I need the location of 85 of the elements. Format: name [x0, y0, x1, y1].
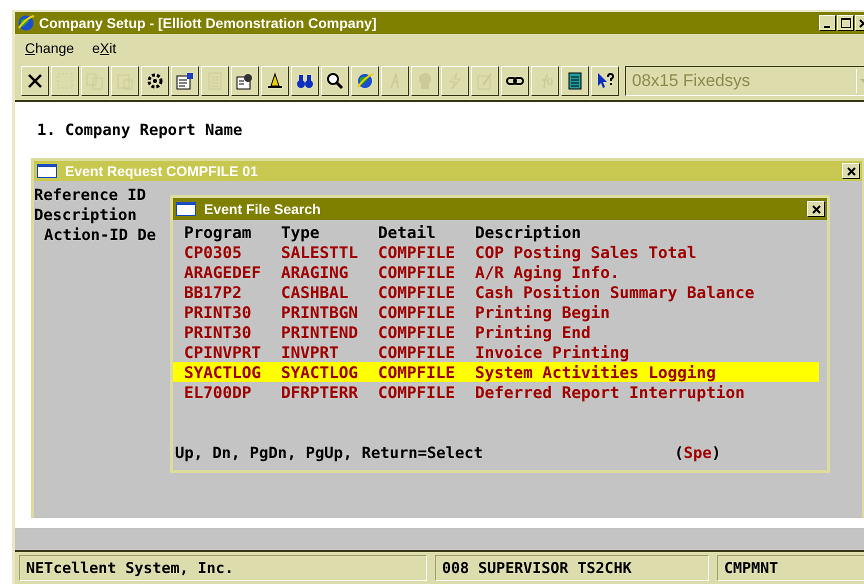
- close-icon: [846, 166, 856, 176]
- field-label: Reference ID: [34, 185, 146, 205]
- table-cell-text: DFRPTERR: [281, 382, 360, 402]
- table-cell-text: PRINT30: [184, 302, 252, 322]
- toolbar-button[interactable]: [141, 66, 169, 96]
- table-cell-text: COMPFILE: [378, 362, 456, 382]
- table-cell-text: SYACTLOG: [281, 362, 360, 382]
- help-pointer-icon: [595, 71, 615, 91]
- column-header: Program: [184, 222, 252, 242]
- field-label: Description: [34, 205, 137, 225]
- window-icon: [37, 164, 57, 178]
- status-panel: 008 SUPERVISOR TS2CHK: [435, 555, 709, 581]
- table-cell-text: CPINVPRT: [184, 342, 262, 362]
- table-cell-text: Printing Begin: [475, 302, 611, 322]
- table-cell-text: BB17P2: [184, 282, 243, 302]
- table-cell-text: ARAGING: [281, 262, 350, 282]
- toolbar-button[interactable]: [591, 66, 619, 96]
- column-header: Detail: [378, 222, 437, 242]
- result-row[interactable]: CPINVPRT INVPRT COMPFILE Invoice Printing: [173, 342, 827, 362]
- table-cell-text: SYACTLOG: [184, 362, 262, 382]
- table-cell-text: CP0305: [184, 242, 243, 262]
- menu-item[interactable]: Change: [25, 40, 74, 56]
- toolbar-button[interactable]: [261, 66, 289, 96]
- minimize-button[interactable]: [819, 15, 836, 31]
- table-cell-text: COMPFILE: [378, 262, 456, 282]
- event-request-title: Event Request COMPFILE 01: [65, 163, 259, 179]
- result-row[interactable]: CP0305 SALESTTL COMPFILE COP Posting Sales Total: [173, 242, 827, 262]
- table-cell-text: COMPFILE: [378, 322, 456, 342]
- result-row[interactable]: BB17P2 CASHBAL COMPFILE Cash Position Summary Balance: [173, 282, 827, 302]
- table-cell-text: EL700DP: [184, 382, 252, 402]
- key-hint: (Spe): [674, 444, 721, 464]
- window-title: Company Setup - [Elliott Demonstration Company]: [39, 15, 378, 31]
- table-cell-text: INVPRT: [281, 342, 340, 362]
- status-panel: CMPMNT: [717, 555, 864, 581]
- toolbar-button[interactable]: [561, 66, 589, 96]
- window-icon: [176, 202, 196, 216]
- toolbar-button[interactable]: [21, 66, 49, 96]
- table-cell-text: CASHBAL: [281, 282, 350, 302]
- table-cell-text: COP Posting Sales Total: [475, 242, 698, 262]
- result-row[interactable]: PRINT30 PRINTEND COMPFILE Printing End: [173, 322, 827, 342]
- toolbar-button[interactable]: [171, 66, 199, 96]
- table-cell-text: COMPFILE: [378, 282, 456, 302]
- table-cell-text: Deferred Report Interruption: [475, 382, 746, 402]
- key-hint: Up, Dn, PgDn, PgUp, Return=Select: [175, 444, 483, 464]
- table-cell-text: COMPFILE: [378, 342, 456, 362]
- search-icon: [325, 71, 345, 91]
- toolbar-button[interactable]: [351, 66, 379, 96]
- result-row[interactable]: EL700DP DFRPTERR COMPFILE Deferred Report Interruption: [173, 382, 827, 402]
- table-cell-text: System Activities Logging: [475, 362, 717, 382]
- result-row[interactable]: PRINT30 PRINTBGN COMPFILE Printing Begin: [173, 302, 827, 322]
- close-button[interactable]: [842, 163, 860, 179]
- close-icon: [812, 204, 820, 214]
- toolbar-button[interactable]: [291, 66, 319, 96]
- table-cell-text: Cash Position Summary Balance: [475, 282, 756, 302]
- section-heading: 1. Company Report Name: [37, 120, 244, 140]
- toolbar-button[interactable]: [231, 66, 259, 96]
- table-cell-text: COMPFILE: [378, 382, 456, 402]
- table-cell-text: Invoice Printing: [475, 342, 630, 362]
- gear-icon: [145, 71, 165, 91]
- event-file-search-title: Event File Search: [204, 201, 322, 217]
- table-cell-text: PRINTEND: [281, 322, 360, 342]
- status-panel: NETcellent System, Inc.: [19, 555, 427, 581]
- table-cell-text: PRINTBGN: [281, 302, 360, 322]
- menu-item[interactable]: eXit: [92, 40, 116, 56]
- person-card-icon: [235, 71, 255, 91]
- table-cell-text: PRINT30: [184, 322, 252, 342]
- globe-icon: [17, 14, 35, 32]
- maximize-button[interactable]: [837, 15, 854, 31]
- table-cell-text: SALESTTL: [281, 242, 360, 262]
- toolbar-button[interactable]: [501, 66, 529, 96]
- table-cell-text: A/R Aging Info.: [475, 262, 620, 282]
- toolbar-button[interactable]: [321, 66, 349, 96]
- properties-icon: [175, 71, 195, 91]
- table-cell-text: COMPFILE: [378, 242, 456, 262]
- result-row[interactable]: ARAGEDEF ARAGING COMPFILE A/R Aging Info.: [173, 262, 827, 282]
- column-header: Description: [475, 222, 582, 242]
- field-label: Action-ID De: [43, 225, 156, 245]
- column-header: Type: [281, 222, 321, 242]
- table-cell-text: Printing End: [475, 322, 592, 342]
- table-cell-text: ARAGEDEF: [184, 262, 262, 282]
- result-row[interactable]: SYACTLOG SYACTLOG COMPFILE System Activities Logging: [173, 362, 819, 382]
- close-button[interactable]: [807, 201, 825, 217]
- globe-icon: [355, 71, 375, 91]
- maximize-icon: [840, 18, 850, 28]
- table-cell-text: COMPFILE: [378, 302, 456, 322]
